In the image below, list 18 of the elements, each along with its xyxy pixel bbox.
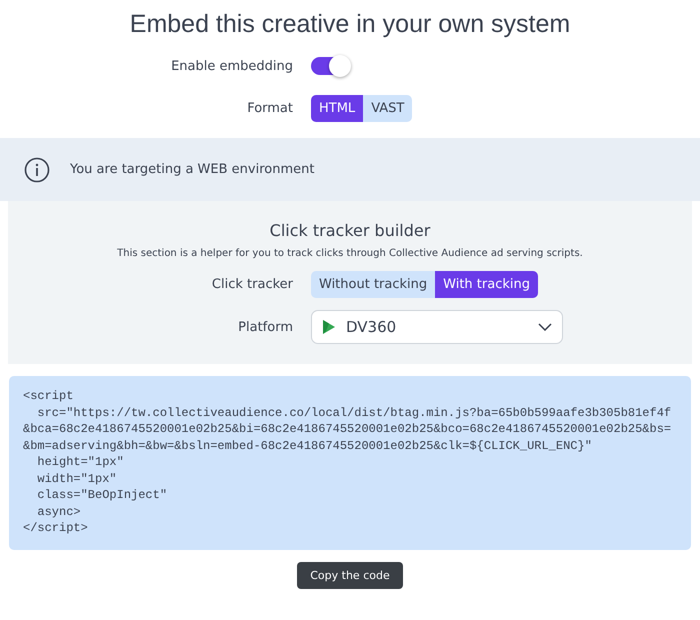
play-icon: [322, 319, 336, 335]
field-label: Format: [247, 101, 293, 116]
info-icon: [24, 156, 50, 182]
page-title: Embed this creative in your own system: [128, 10, 572, 39]
field-label: Click tracker: [212, 277, 293, 292]
platform-dropdown[interactable]: DV360: [311, 310, 563, 344]
segment-tab[interactable]: With tracking: [435, 271, 538, 298]
segment-tab[interactable]: Without tracking: [311, 271, 436, 298]
segment-tab[interactable]: HTML: [311, 95, 364, 122]
field-label: Enable embedding: [171, 58, 293, 74]
section-description: This section is a helper for you to track clicks through Collective Audience ad serving scripts.: [117, 248, 583, 259]
info-message: You are targeting a WEB environment: [70, 162, 314, 177]
segment-tab[interactable]: VAST: [363, 95, 412, 122]
chevron-down-icon: [538, 323, 552, 331]
code-block: <script src="https://tw.collectiveaudience.co/local/dist/btag.min.js?ba=65b0b599aafe3b305b81ef4f &bca=68c2e4186745520001e02b25&bi=68c2e4186745520001e02b25&bco=68c2e4186745520001e02b25&bs= &bm=adserving&bh=&bw=&bsln=embed-68c2e4186745520001e02b25&clk=${CLICK_URL_ENC}" height="1px" width="1px" class="BeOpInject" async> </script>: [9, 376, 691, 550]
section-title: Click tracker builder: [270, 221, 430, 240]
copy-button[interactable]: Copy the code: [297, 562, 403, 589]
field-label: Platform: [238, 320, 293, 334]
